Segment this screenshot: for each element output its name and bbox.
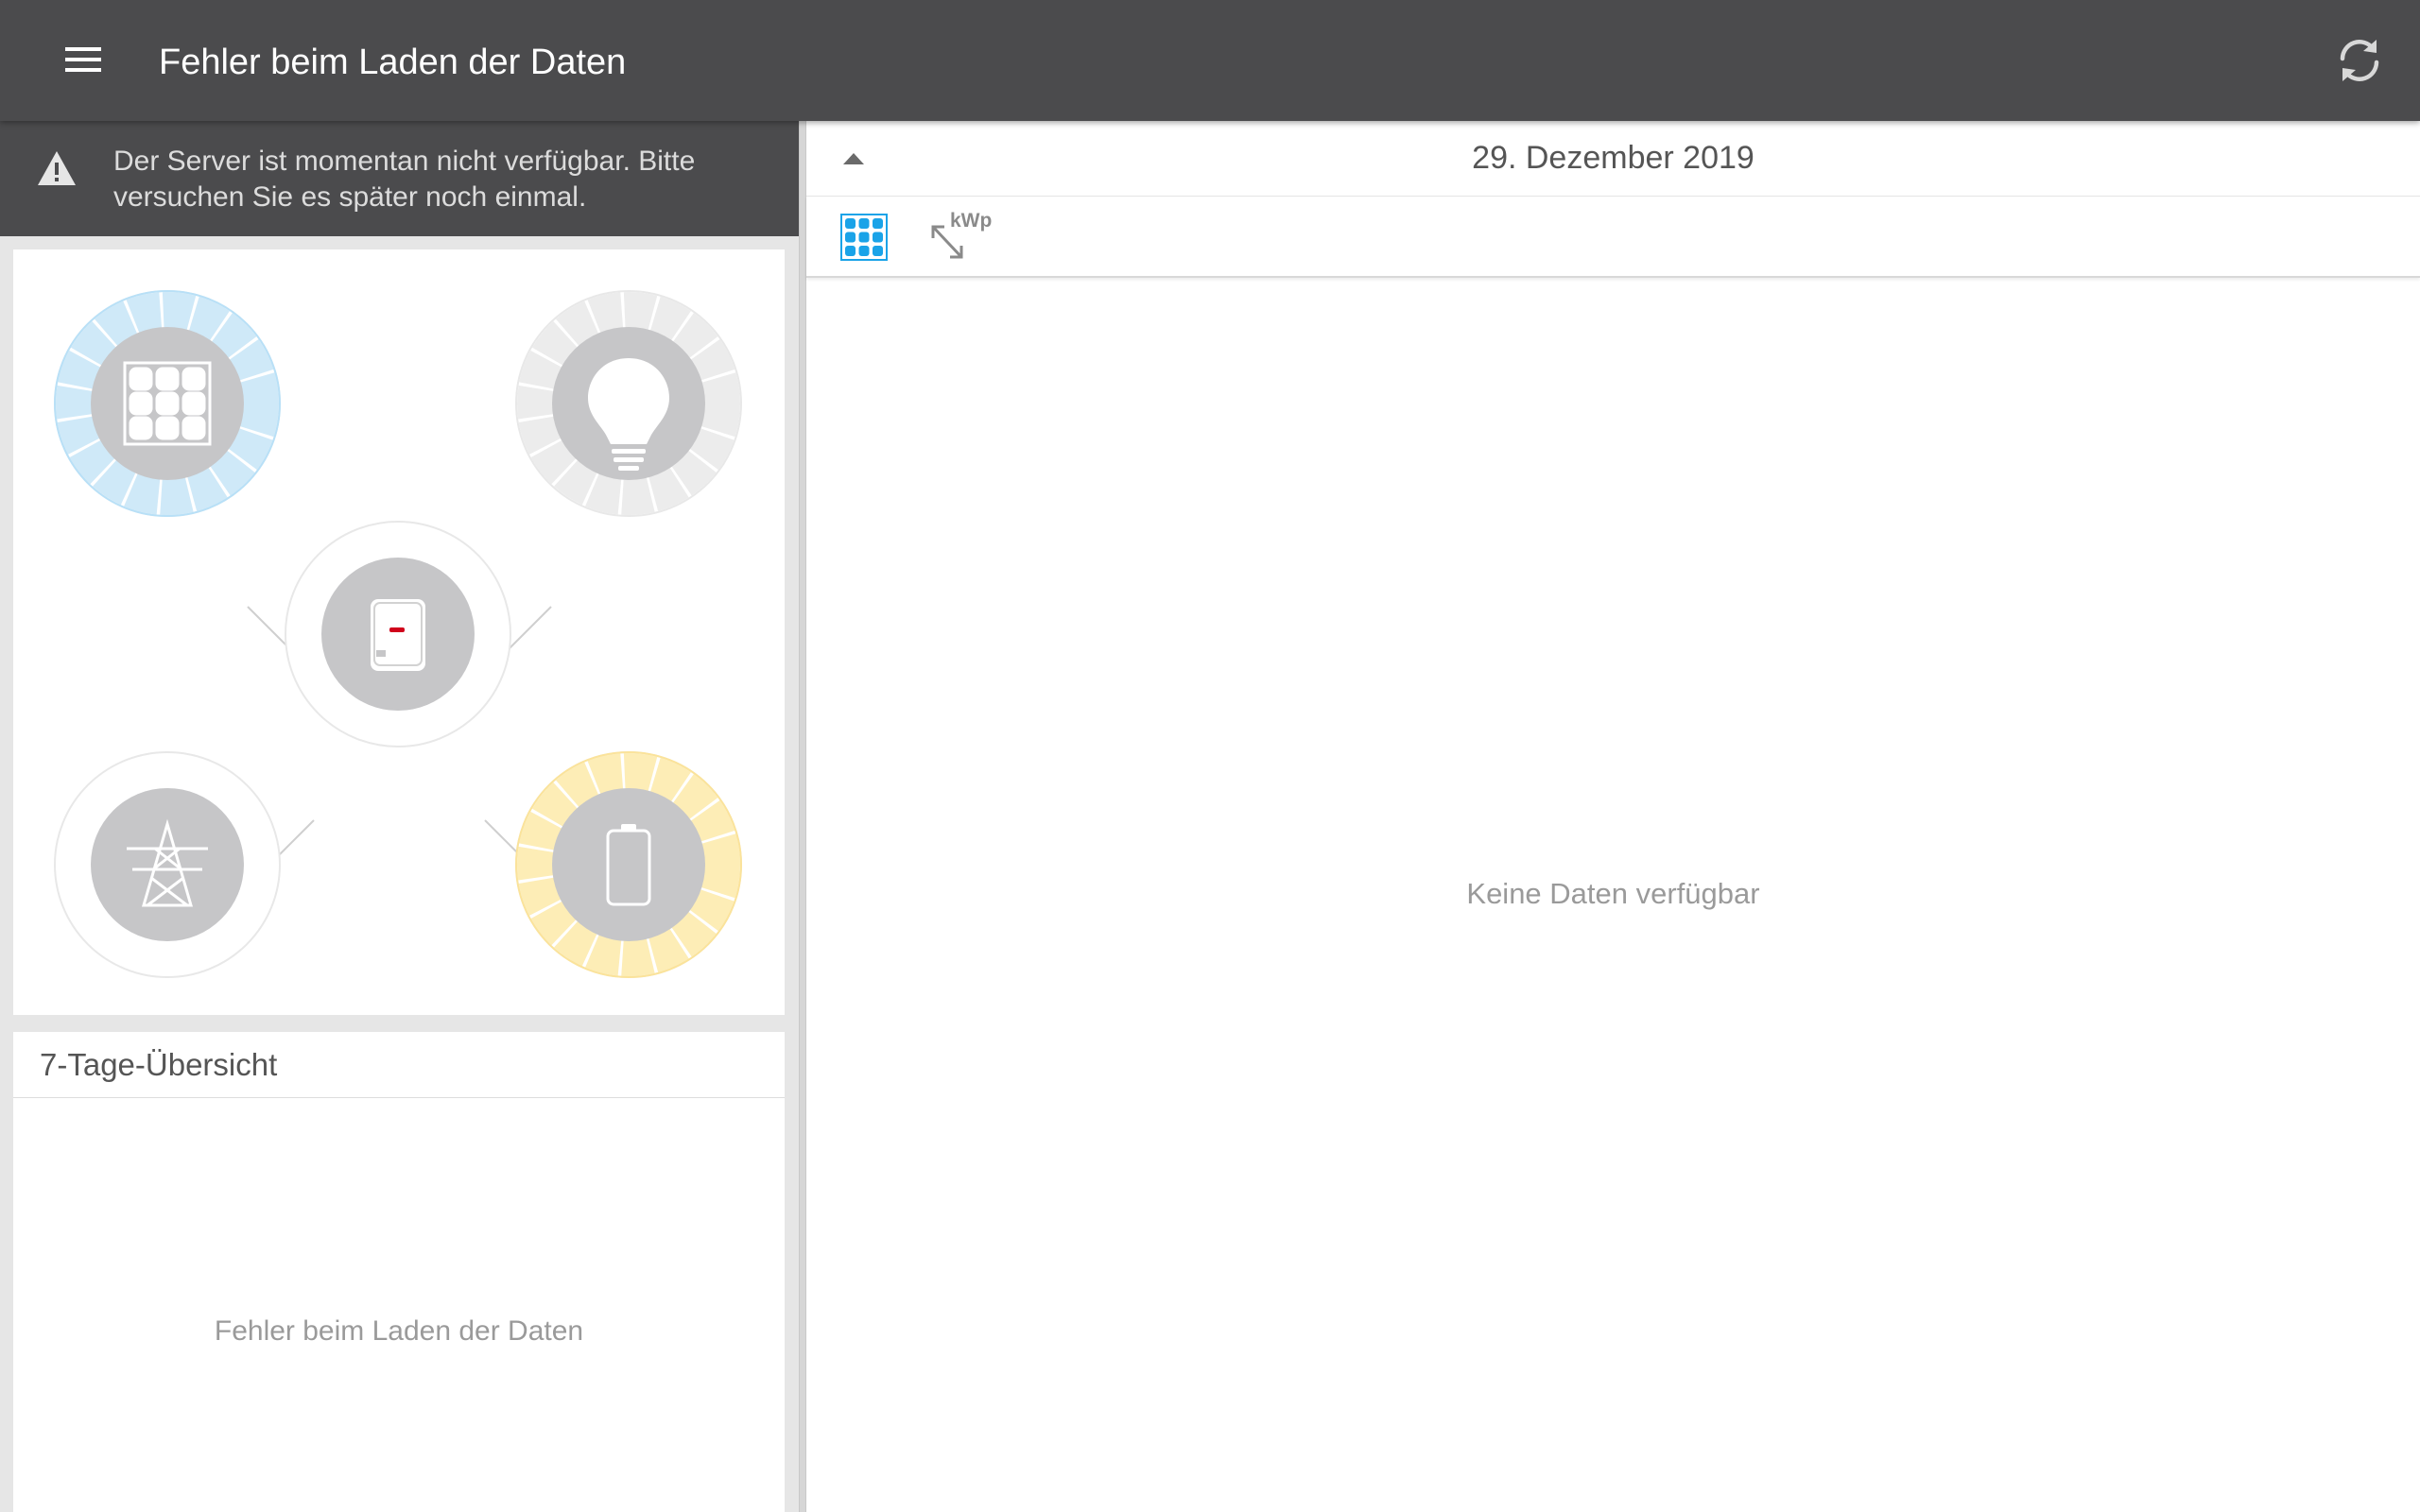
left-panel: Der Server ist momentan nicht verfügbar.… <box>0 121 799 1512</box>
refresh-button[interactable] <box>2327 28 2392 93</box>
detail-panel: 29. Dezember 2019 kWp Keine Daten verfüg… <box>806 121 2420 1512</box>
battery-node[interactable] <box>515 751 742 978</box>
energy-flow-diagram <box>54 290 742 978</box>
error-banner: Der Server ist momentan nicht verfügbar.… <box>0 121 799 236</box>
menu-button[interactable] <box>52 28 114 91</box>
energy-flow-card <box>13 249 785 1015</box>
solar-panel-node[interactable] <box>54 290 281 517</box>
page-title: Fehler beim Laden der Daten <box>159 43 627 82</box>
kwp-label: kWp <box>950 210 993 232</box>
refresh-icon <box>2340 40 2379 81</box>
menu-icon <box>65 47 101 72</box>
module-grid-icon[interactable] <box>840 214 888 261</box>
week-overview-card: 7-Tage-Übersicht Fehler beim Laden der D… <box>13 1032 785 1512</box>
warning-icon <box>38 151 76 185</box>
error-message: Der Server ist momentan nicht verfügbar.… <box>113 146 696 213</box>
week-overview-error: Fehler beim Laden der Daten <box>214 1315 584 1347</box>
date-bar: 29. Dezember 2019 <box>806 121 2420 197</box>
panel-divider[interactable] <box>799 121 806 1512</box>
selected-date[interactable]: 29. Dezember 2019 <box>806 140 2420 177</box>
week-overview-title: 7-Tage-Übersicht <box>40 1047 278 1082</box>
inverter-node[interactable] <box>285 521 511 747</box>
kwp-resize-button[interactable]: kWp <box>927 210 1003 266</box>
app-bar: Fehler beim Laden der Daten <box>0 0 2420 121</box>
solar-panel-icon <box>123 361 212 446</box>
grid-node[interactable] <box>54 751 281 978</box>
detail-toolbar: kWp <box>806 197 2420 278</box>
consumption-node[interactable] <box>515 290 742 517</box>
inverter-icon <box>371 599 425 671</box>
no-data-message: Keine Daten verfügbar <box>1466 877 1760 910</box>
week-overview-header: 7-Tage-Übersicht <box>13 1032 785 1098</box>
